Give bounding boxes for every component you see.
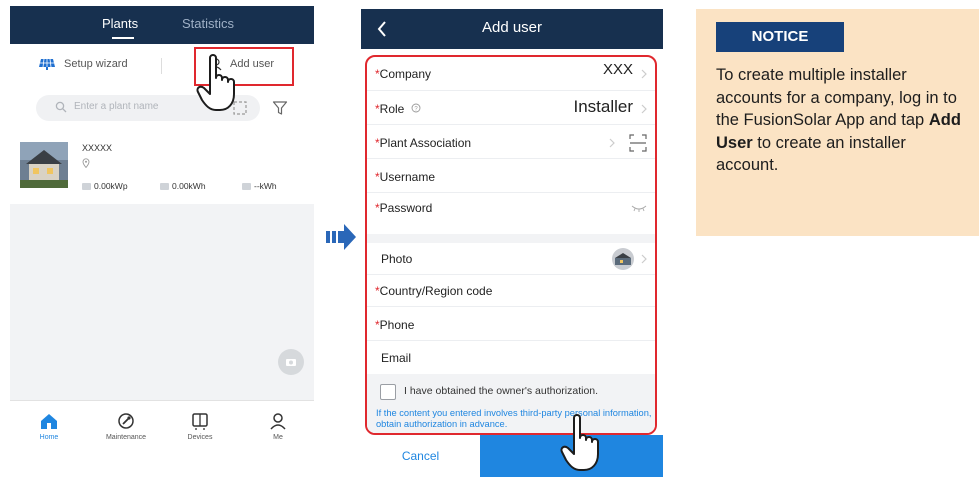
top-tab-bar: Plants Statistics [10,6,314,44]
company-label: *Company [375,67,432,81]
nav-home-label: Home [39,434,59,441]
divider [161,58,162,74]
tab-statistics[interactable]: Statistics [182,16,234,31]
country-region-code-field[interactable]: *Country/Region code [367,275,655,307]
devices-icon [192,413,208,430]
page-title: Add user [481,19,543,36]
chevron-right-icon [609,138,615,148]
plant-capacity-value: 0.00kWp [94,181,128,191]
chevron-right-icon [641,69,647,79]
notice-badge: NOTICE [716,22,844,52]
username-label: *Username [375,170,436,184]
role-label: *Role [375,102,405,116]
add-user-form: *Company XXX *Role ? Installer *Plant As… [365,55,657,435]
role-value: Installer [573,97,633,116]
chevron-right-icon [641,104,647,114]
eye-closed-icon[interactable] [631,204,647,212]
location-pin-icon [82,158,90,168]
section-divider [367,234,655,243]
authorization-checkbox[interactable] [380,384,396,400]
nav-me-label: Me [273,434,283,441]
add-user-header: Add user [361,9,663,49]
phone-field[interactable]: *Phone [367,307,655,341]
company-value: XXX [602,61,633,78]
plant-association-field[interactable]: *Plant Association [367,125,655,159]
add-user-screen: Add user *Company XXX *Role ? Installer … [361,9,663,477]
company-field[interactable]: *Company XXX [367,57,655,91]
plant-thumbnail [20,142,68,188]
plant-energy-value: 0.00kWh [172,181,206,191]
search-icon [55,101,67,113]
chevron-right-icon [641,254,647,264]
nav-maintenance[interactable]: Maintenance [96,411,156,441]
plant-list-item[interactable]: XXXXX 0.00kWp 0.00kWh --kWh [10,134,314,204]
tab-plants[interactable]: Plants [102,16,138,31]
email-field[interactable]: Email [367,341,655,374]
nav-me[interactable]: Me [248,411,308,441]
bottom-action-bar: Cancel S [361,435,663,477]
country-region-code-label: *Country/Region code [375,284,493,298]
list-empty-area [10,204,314,400]
plant-name: XXXXX [82,143,113,153]
photo-label: Photo [381,252,413,266]
setup-wizard-button[interactable]: Setup wizard [38,58,128,70]
plant-energy: 0.00kWh [160,181,206,191]
action-bar: Setup wizard Add user [10,44,314,92]
email-label: Email [381,351,412,365]
camera-icon [286,359,296,366]
username-field[interactable]: *Username [367,159,655,193]
bottom-nav: Home Maintenance Devices Me [10,400,314,458]
nav-devices-label: Devices [187,434,213,441]
pointing-hand-icon [196,54,235,111]
floating-action-button[interactable] [278,349,304,375]
scan-icon[interactable] [629,134,647,152]
photo-thumbnail [612,248,634,270]
setup-wizard-label: Setup wizard [64,58,128,70]
notice-box: NOTICE To create multiple installer acco… [696,9,979,236]
phone-label: *Phone [375,318,415,332]
person-icon [270,413,286,430]
solar-panel-icon [39,58,55,70]
arrow-right-icon [326,224,356,250]
maintenance-icon [118,413,134,429]
nav-home[interactable]: Home [19,411,79,441]
energy-icon [160,182,169,190]
active-tab-indicator [112,37,134,39]
plant-association-label: *Plant Association [375,136,472,150]
plant-capacity: 0.00kWp [82,181,128,191]
role-field[interactable]: *Role ? Installer [367,91,655,125]
plant-yield: --kWh [242,181,277,191]
notice-text: To create multiple installer accounts fo… [716,66,961,174]
plant-yield-value: --kWh [254,181,277,191]
pointing-hand-icon [560,414,599,471]
cancel-button[interactable]: Cancel [361,435,480,477]
nav-devices[interactable]: Devices [170,411,230,441]
photo-field[interactable]: Photo [367,243,655,275]
battery-icon [242,182,251,190]
nav-maintenance-label: Maintenance [105,434,147,441]
capacity-icon [82,182,91,190]
help-icon[interactable]: ? [411,103,421,113]
home-icon [41,414,57,429]
filter-icon[interactable] [272,100,288,116]
plants-screen: Plants Statistics Setup wizard Add user [10,6,314,458]
password-label: *Password [375,201,433,215]
authorization-label: I have obtained the owner's authorizatio… [404,385,599,397]
search-placeholder: Enter a plant name [74,101,159,112]
password-field[interactable]: *Password [367,193,655,234]
